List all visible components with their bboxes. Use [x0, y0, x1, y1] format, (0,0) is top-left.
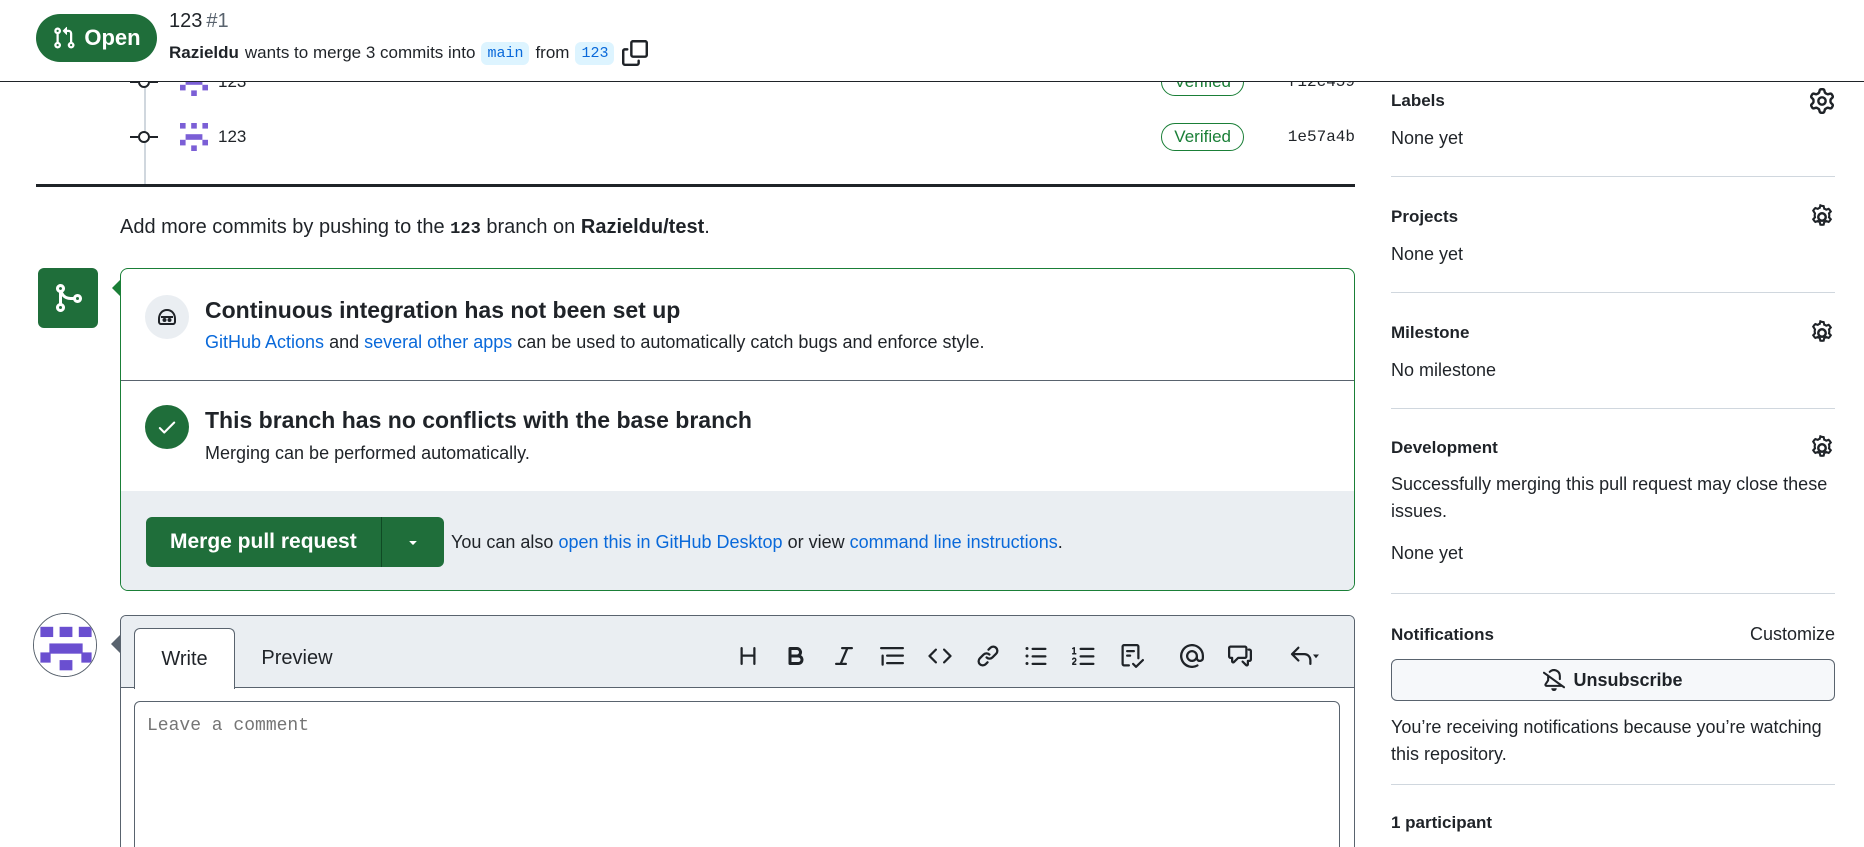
open-desktop-link[interactable]: open this in GitHub Desktop	[558, 532, 782, 552]
unsubscribe-label: Unsubscribe	[1573, 669, 1683, 690]
comment-textarea[interactable]	[134, 701, 1340, 847]
commit-message[interactable]: 123	[218, 127, 246, 147]
gear-icon[interactable]	[1809, 320, 1835, 346]
pr-state-label: Open	[84, 25, 141, 50]
sidebar-notifications: Notifications Customize Unsubscribe You’…	[1391, 594, 1835, 785]
pr-number: #1	[206, 10, 229, 32]
notifications-description: You’re receiving notifications because y…	[1391, 717, 1822, 764]
projects-heading[interactable]: Projects	[1391, 207, 1458, 227]
comment-editor: Write Preview	[120, 615, 1355, 847]
gear-icon[interactable]	[1809, 204, 1835, 230]
git-merge-icon	[56, 284, 83, 312]
gear-icon[interactable]	[1809, 435, 1835, 461]
task-list-icon[interactable]	[1108, 640, 1156, 672]
saved-replies-icon[interactable]	[1276, 640, 1332, 672]
ci-section: Continuous integration has not been set …	[121, 269, 1354, 381]
bell-slash-icon	[1543, 669, 1566, 691]
triangle-down-icon	[409, 541, 417, 545]
verified-badge[interactable]: Verified	[1161, 123, 1244, 151]
add-commits-post: .	[704, 216, 710, 238]
milestone-value: No milestone	[1391, 360, 1497, 380]
pr-title-text: 123	[169, 10, 203, 32]
commit-author-avatar[interactable]	[180, 123, 208, 151]
conflicts-description: Merging can be performed automatically.	[205, 443, 530, 463]
sidebar-labels: Labels None yet	[1391, 80, 1835, 177]
author-link[interactable]: Razieldu	[169, 43, 239, 63]
other-apps-link[interactable]: several other apps	[364, 332, 512, 352]
from-text: from	[535, 43, 570, 62]
markdown-toolbar	[724, 640, 1332, 672]
merge-alternatives: You can also open this in GitHub Desktop…	[451, 532, 1063, 553]
commit-node-icon	[130, 130, 160, 144]
pr-merge-summary: Razieldu wants to merge 3 commits into m…	[169, 40, 649, 66]
check-icon	[145, 405, 189, 449]
conflicts-section: This branch has no conflicts with the ba…	[121, 381, 1354, 492]
add-commits-branch: 123	[450, 220, 481, 239]
link-icon[interactable]	[964, 640, 1012, 672]
merge-pull-request-button[interactable]: Merge pull request	[146, 517, 382, 567]
development-description: Successfully merging this pull request m…	[1391, 474, 1828, 521]
ci-icon	[145, 295, 189, 339]
code-icon[interactable]	[916, 640, 964, 672]
commits-end-divider	[36, 184, 1355, 187]
ci-and-text: and	[329, 332, 360, 352]
labels-heading[interactable]: Labels	[1391, 91, 1445, 111]
merge-box: Continuous integration has not been set …	[120, 268, 1355, 591]
sticky-pr-header: Open 123 #1 Razieldu wants to merge 3 com…	[0, 0, 1864, 82]
notifications-heading: Notifications	[1391, 625, 1494, 644]
heading-icon[interactable]	[724, 640, 772, 672]
unsubscribe-button[interactable]: Unsubscribe	[1391, 659, 1835, 701]
ci-description: GitHub Actions and several other apps ca…	[205, 332, 985, 353]
cross-reference-icon[interactable]	[1216, 640, 1264, 672]
participants-heading: 1 participant	[1391, 813, 1493, 832]
mention-icon[interactable]	[1168, 640, 1216, 672]
add-commits-hint: Add more commits by pushing to the 123 b…	[120, 216, 710, 239]
command-line-link[interactable]: command line instructions	[850, 532, 1058, 552]
commit-sha[interactable]: 1e57a4b	[1288, 128, 1355, 146]
add-commits-repo: Razieldu/test	[580, 216, 705, 238]
editor-header: Write Preview	[121, 616, 1354, 689]
pull-request-icon	[54, 26, 75, 49]
head-branch-link[interactable]: 123	[575, 41, 615, 65]
pr-state-badge: Open	[36, 14, 157, 62]
quote-icon[interactable]	[868, 640, 916, 672]
conflicts-title: This branch has no conflicts with the ba…	[205, 407, 752, 433]
sidebar-projects: Projects None yet	[1391, 177, 1835, 293]
commit-row: 123 Verified 1e57a4b	[130, 117, 1355, 157]
editor-pointer	[111, 635, 120, 653]
italic-icon[interactable]	[820, 640, 868, 672]
sidebar-development: Development Successfully merging this pu…	[1391, 409, 1835, 594]
labels-value: None yet	[1391, 128, 1464, 148]
development-heading[interactable]: Development	[1391, 438, 1498, 458]
copilot-icon	[158, 308, 176, 325]
customize-link[interactable]: Customize	[1750, 624, 1835, 645]
merge-status-icon	[38, 268, 98, 328]
base-branch-link[interactable]: main	[481, 41, 530, 65]
ci-rest-text: can be used to automatically catch bugs …	[517, 332, 985, 352]
development-value: None yet	[1391, 543, 1464, 563]
merge-alt-pre: You can also	[451, 532, 554, 552]
unordered-list-icon[interactable]	[1012, 640, 1060, 672]
sidebar-milestone: Milestone No milestone	[1391, 293, 1835, 409]
copy-icon[interactable]	[622, 40, 649, 66]
tab-preview[interactable]: Preview	[245, 628, 349, 689]
ordered-list-icon[interactable]	[1060, 640, 1108, 672]
current-user-avatar[interactable]	[33, 613, 97, 677]
tab-write[interactable]: Write	[134, 628, 235, 689]
add-commits-text: Add more commits by pushing to the	[120, 216, 445, 238]
merge-summary-text: wants to merge 3 commits into	[244, 43, 476, 62]
github-actions-link[interactable]: GitHub Actions	[205, 332, 324, 352]
pr-title: 123 #1	[169, 10, 229, 33]
add-commits-mid: branch on	[486, 216, 576, 238]
ci-title: Continuous integration has not been set …	[205, 297, 681, 323]
merge-button-group: Merge pull request	[146, 517, 444, 567]
milestone-heading[interactable]: Milestone	[1391, 323, 1469, 343]
merge-alt-post: .	[1057, 532, 1063, 552]
merge-alt-mid: or view	[787, 532, 845, 552]
projects-value: None yet	[1391, 244, 1464, 264]
gear-icon[interactable]	[1809, 88, 1835, 114]
bold-icon[interactable]	[772, 640, 820, 672]
merge-method-dropdown[interactable]	[382, 517, 444, 567]
